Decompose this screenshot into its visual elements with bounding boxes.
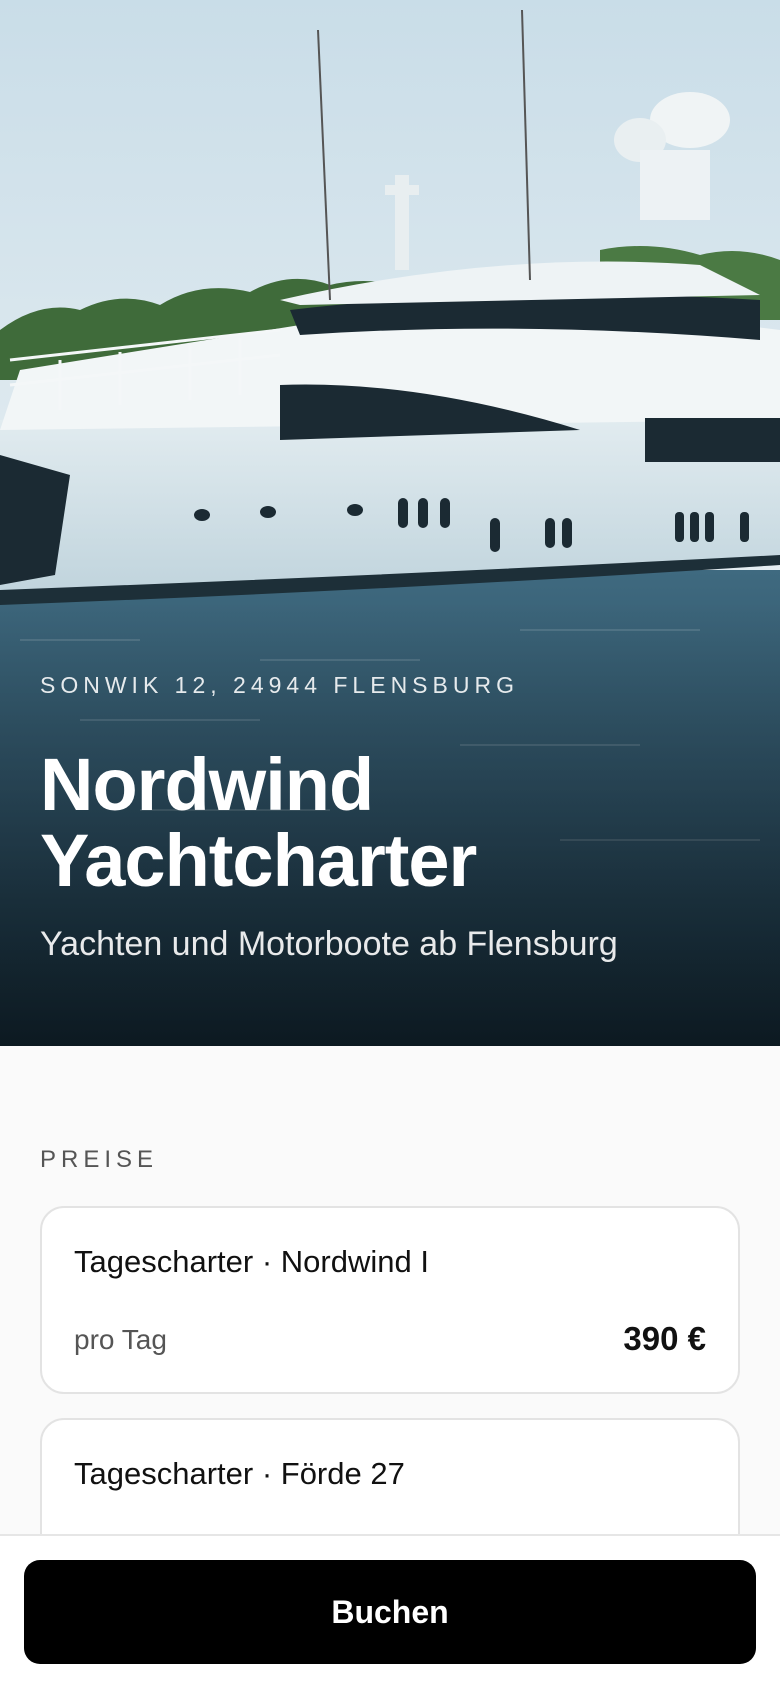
prices-section-label: PREISE [40,1146,159,1173]
price-card-title: Tagescharter · Förde 27 [74,1456,405,1491]
hero-section: SONWIK 12, 24944 FLENSBURG Nordwind Yach… [0,0,780,1046]
book-button[interactable]: Buchen [24,1560,756,1664]
price-card[interactable]: Tagescharter · Nordwind I pro Tag 390 € [40,1206,740,1394]
page-title-line2: Yachtcharter [40,819,477,902]
bottom-action-bar: Buchen [0,1534,780,1688]
address-label: SONWIK 12, 24944 FLENSBURG [40,672,519,698]
hero-text: SONWIK 12, 24944 FLENSBURG Nordwind Yach… [40,672,740,964]
page-subtitle: Yachten und Motorboote ab Flensburg [40,925,618,963]
page-title: Nordwind Yachtcharter [40,747,740,899]
price-card-unit: pro Tag [74,1324,167,1355]
price-card-amount: 390 € [623,1320,706,1357]
price-card-title: Tagescharter · Nordwind I [74,1244,429,1279]
page-title-line1: Nordwind [40,743,374,826]
